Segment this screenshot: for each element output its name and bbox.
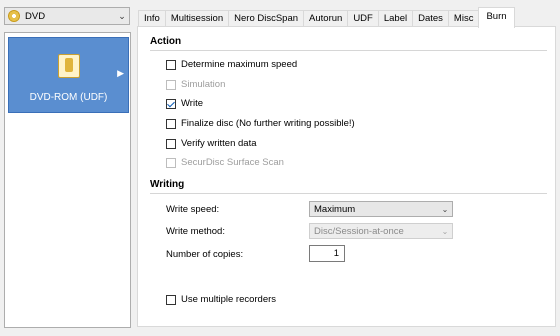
chevron-down-icon: ⌄ — [441, 226, 449, 236]
determine-max-speed-checkbox[interactable] — [166, 59, 176, 70]
option-label: Write — [181, 98, 203, 109]
finalize-disc-checkbox[interactable] — [166, 118, 176, 129]
tab-bar: Info Multisession Nero DiscSpan Autorun … — [138, 7, 515, 28]
write-method-label: Write method: — [166, 226, 225, 237]
project-tile-dvd-rom-udf[interactable]: ▶ DVD-ROM (UDF) — [8, 37, 129, 113]
action-divider — [150, 50, 547, 51]
writing-section-title: Writing — [150, 179, 185, 190]
option-verify-written-data[interactable]: Verify written data — [166, 138, 257, 149]
tab-udf[interactable]: UDF — [347, 10, 379, 26]
option-label: Finalize disc (No further writing possib… — [181, 118, 355, 129]
disc-type-select[interactable]: DVD ⌄ — [4, 7, 130, 25]
option-determine-max-speed[interactable]: Determine maximum speed — [166, 59, 297, 70]
option-write[interactable]: Write — [166, 98, 203, 109]
tab-dates[interactable]: Dates — [412, 10, 449, 26]
tab-nero-discspan[interactable]: Nero DiscSpan — [228, 10, 305, 26]
tab-autorun[interactable]: Autorun — [303, 10, 349, 26]
option-label: Determine maximum speed — [181, 59, 298, 70]
action-section-title: Action — [150, 36, 182, 47]
write-speed-select[interactable]: Maximum ⌄ — [309, 201, 453, 217]
chevron-down-icon: ⌄ — [118, 10, 126, 21]
option-label: Verify written data — [181, 138, 257, 149]
simulation-checkbox — [166, 79, 176, 90]
verify-written-data-checkbox[interactable] — [166, 138, 176, 149]
write-checkbox[interactable] — [166, 98, 176, 109]
tab-burn[interactable]: Burn — [478, 7, 515, 28]
write-speed-value: Maximum — [314, 203, 356, 215]
number-of-copies-input[interactable]: 1 — [309, 245, 345, 262]
use-multiple-recorders-checkbox[interactable] — [166, 294, 176, 305]
project-tile-label: DVD-ROM (UDF) — [29, 92, 108, 103]
project-type-list: ▶ DVD-ROM (UDF) — [4, 32, 131, 328]
option-label: SecurDisc Surface Scan — [181, 157, 284, 168]
writing-divider — [150, 193, 547, 194]
burn-tab-panel: Action Determine maximum speed Simulatio… — [137, 26, 556, 327]
option-label: Simulation — [181, 79, 226, 90]
option-securdisc-surface-scan: SecurDisc Surface Scan — [166, 157, 284, 168]
chevron-right-icon: ▶ — [117, 68, 124, 78]
disc-type-value: DVD — [25, 10, 46, 22]
option-simulation: Simulation — [166, 79, 225, 90]
option-label: Use multiple recorders — [181, 294, 277, 305]
write-speed-label: Write speed: — [166, 204, 220, 215]
chevron-down-icon: ⌄ — [441, 204, 449, 214]
tab-label[interactable]: Label — [377, 10, 414, 26]
number-of-copies-label: Number of copies: — [166, 249, 244, 260]
write-method-select: Disc/Session-at-once ⌄ — [309, 223, 453, 239]
tab-info[interactable]: Info — [138, 10, 166, 26]
project-file-icon — [58, 54, 80, 78]
tab-multisession[interactable]: Multisession — [164, 10, 230, 26]
disc-icon — [8, 10, 20, 22]
option-use-multiple-recorders[interactable]: Use multiple recorders — [166, 294, 276, 305]
securdisc-surface-scan-checkbox — [166, 157, 176, 168]
option-finalize-disc[interactable]: Finalize disc (No further writing possib… — [166, 118, 355, 129]
write-method-value: Disc/Session-at-once — [314, 225, 404, 237]
tab-misc[interactable]: Misc — [447, 10, 480, 26]
